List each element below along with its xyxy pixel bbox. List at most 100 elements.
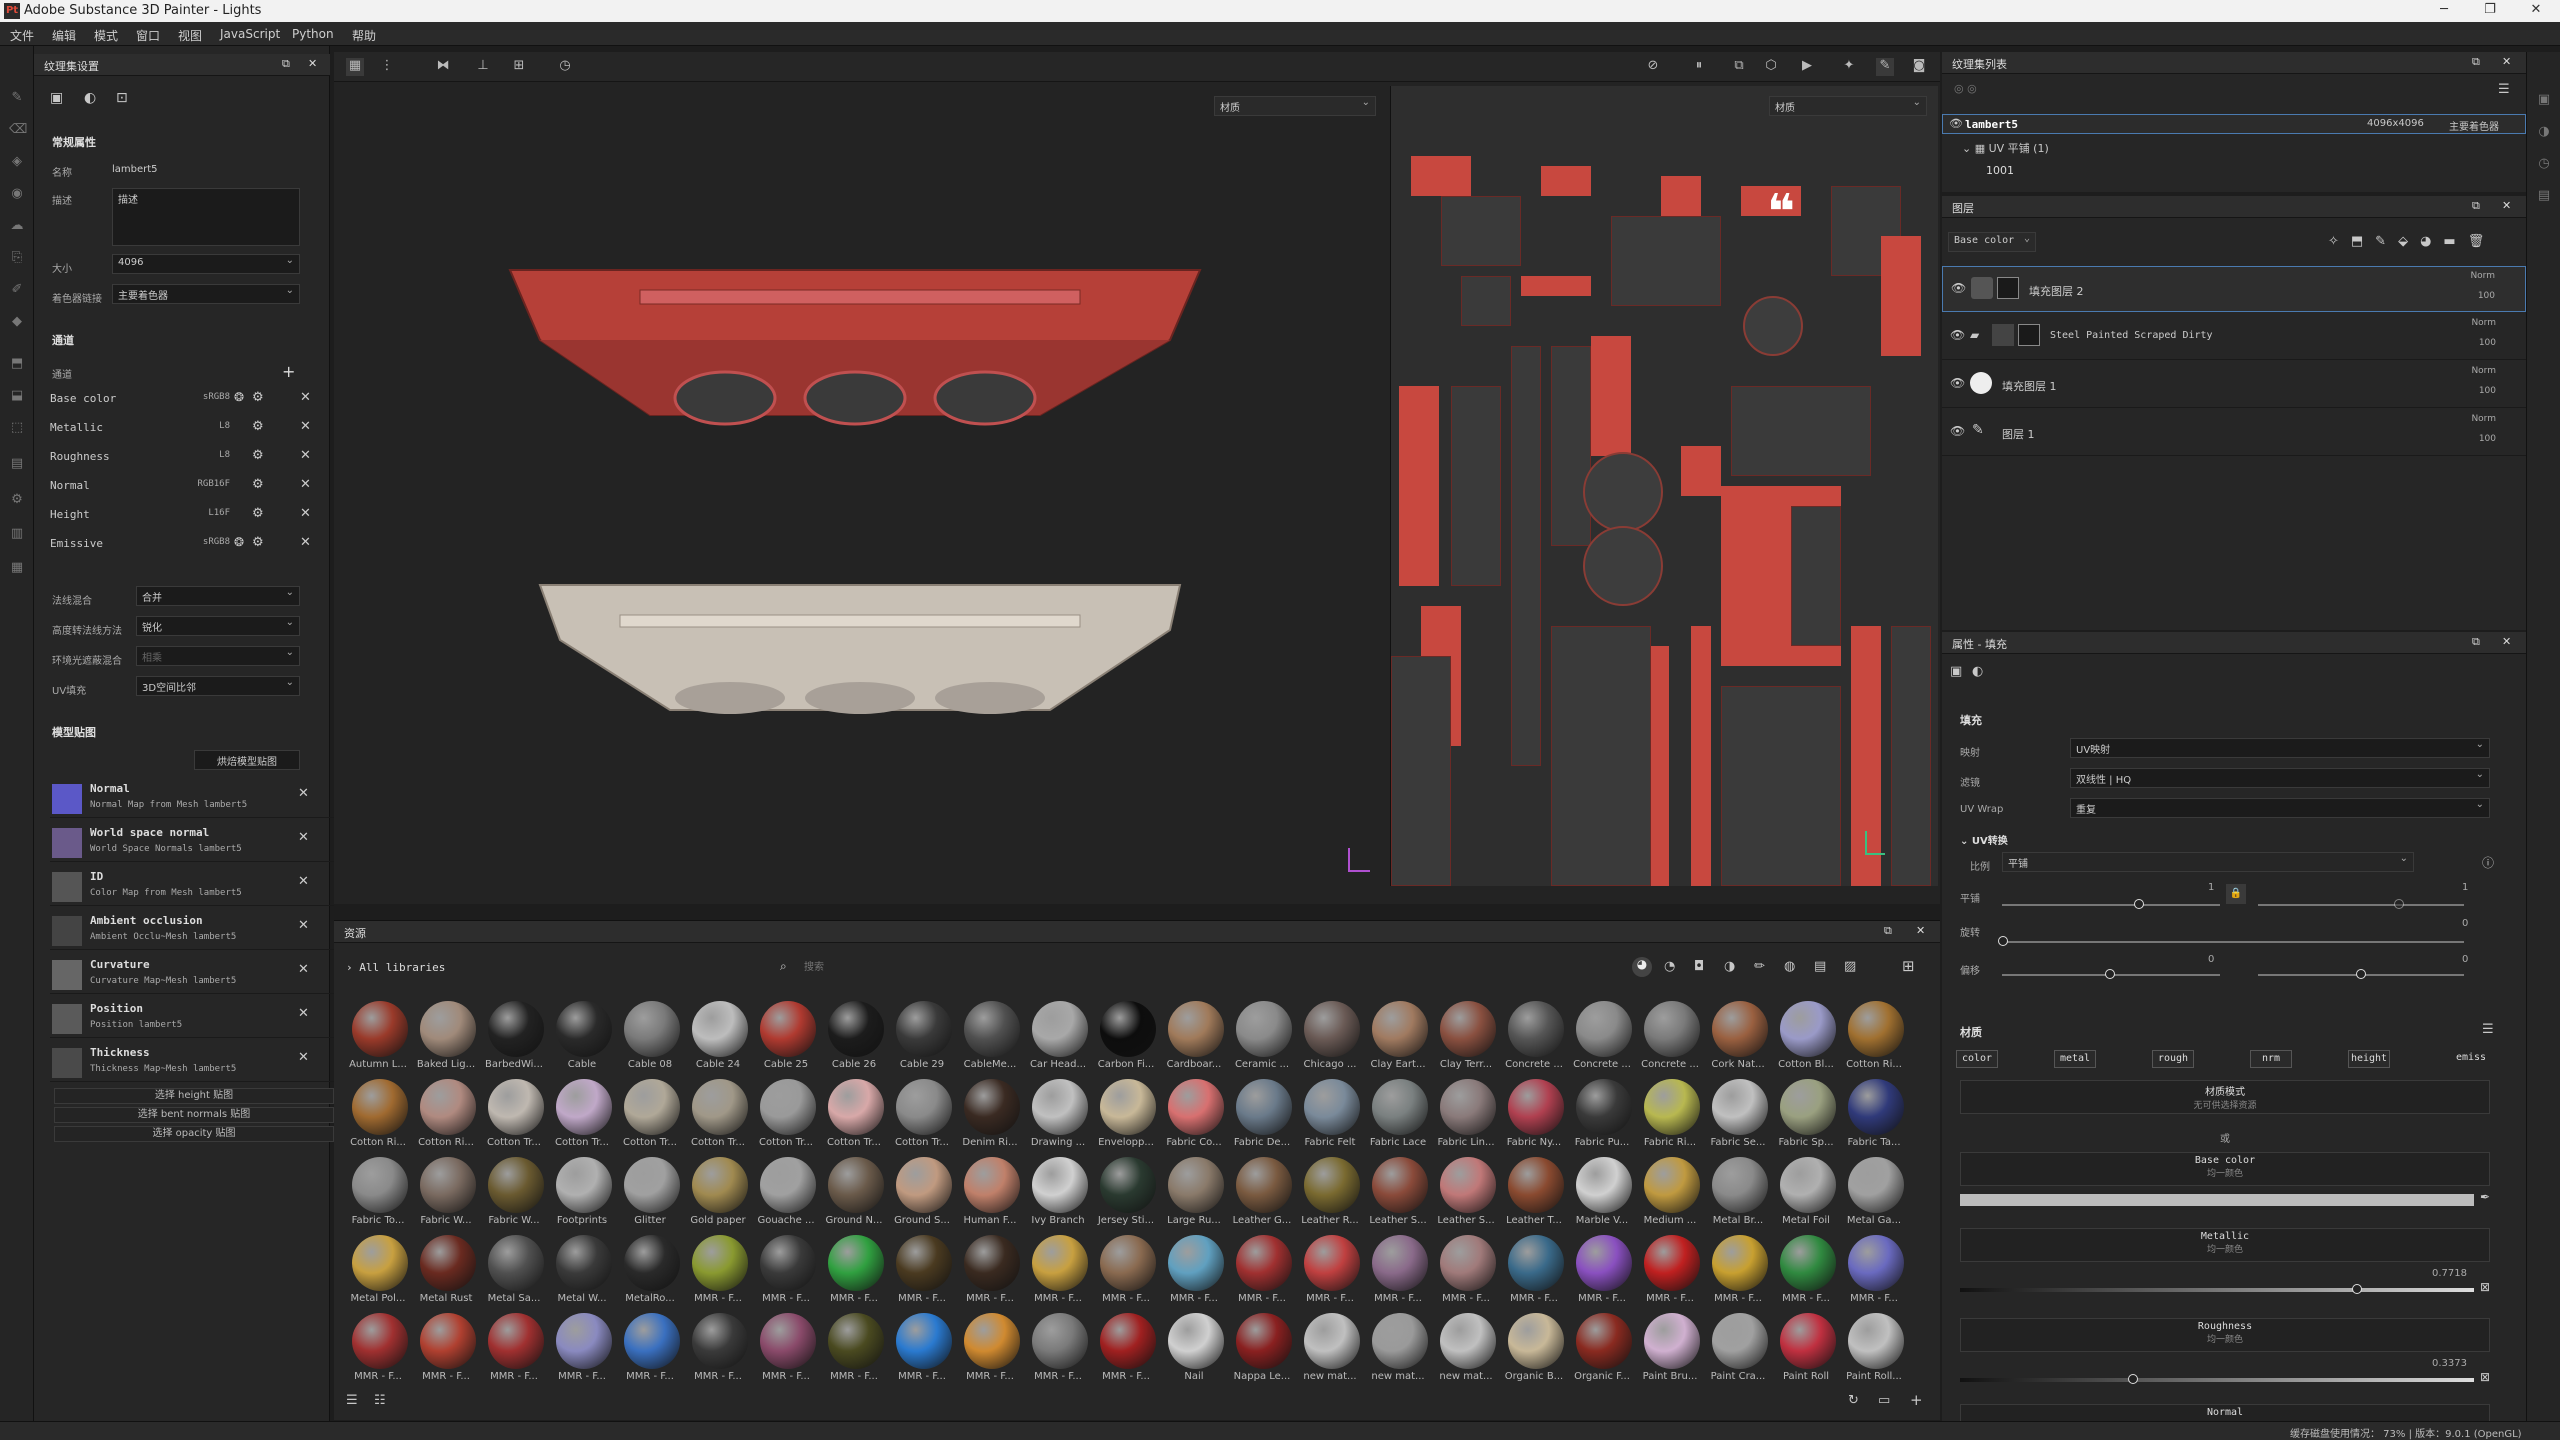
uv-tab-icon[interactable]: ⊡ bbox=[116, 90, 128, 106]
float-icon[interactable]: ⧉ bbox=[282, 57, 290, 71]
material-tile[interactable]: Fabric Ri... bbox=[1634, 1075, 1702, 1153]
material-tile[interactable]: MMR - F... bbox=[682, 1309, 750, 1387]
material-tile[interactable]: MMR - F... bbox=[1702, 1231, 1770, 1309]
menu-python[interactable]: Python bbox=[292, 27, 334, 41]
roughness-slot[interactable]: Roughness 均一颜色 bbox=[1960, 1318, 2490, 1352]
symmetry-icon[interactable]: ⧓ bbox=[434, 58, 452, 76]
float-icon[interactable]: ⧉ bbox=[1884, 924, 1892, 938]
layer-row[interactable]: 👁 ▰ Steel Painted Scraped Dirty Norm 100 bbox=[1942, 314, 2526, 360]
filter-environment-icon[interactable]: ▨ bbox=[1844, 959, 1856, 974]
material-tile[interactable]: Cable 25 bbox=[750, 997, 818, 1075]
grid-options-icon[interactable]: ⋮ bbox=[378, 58, 396, 76]
material-tile[interactable]: MMR - F... bbox=[614, 1309, 682, 1387]
polygon-fill-icon[interactable]: ◆ bbox=[9, 314, 25, 330]
eye-icon[interactable]: 👁 bbox=[1950, 328, 1965, 342]
close-icon[interactable]: ✕ bbox=[308, 57, 317, 70]
menu-window[interactable]: 窗口 bbox=[136, 27, 160, 44]
material-tile[interactable]: Car Head... bbox=[1022, 997, 1090, 1075]
filter-generator-icon[interactable]: ◑ bbox=[1724, 959, 1735, 974]
material-tile[interactable]: Leather S... bbox=[1430, 1153, 1498, 1231]
material-tile[interactable]: Autumn L... bbox=[342, 997, 410, 1075]
material-tile[interactable]: Clay Eart... bbox=[1362, 997, 1430, 1075]
refresh-icon[interactable]: ↻ bbox=[1848, 1393, 1859, 1408]
material-tile[interactable]: MMR - F... bbox=[1634, 1231, 1702, 1309]
material-tile[interactable]: MMR - F... bbox=[1838, 1231, 1906, 1309]
material-tile[interactable]: MMR - F... bbox=[1770, 1231, 1838, 1309]
color-picker-icon[interactable]: ✒ bbox=[2480, 1190, 2490, 1204]
material-tile[interactable]: Denim Ri... bbox=[954, 1075, 1022, 1153]
brush-settings-icon[interactable]: ⚙ bbox=[9, 492, 25, 508]
material-tile[interactable]: Fabric Sp... bbox=[1770, 1075, 1838, 1153]
filter-dropdown[interactable]: 双线性 | HQ bbox=[2070, 768, 2490, 788]
material-tile[interactable]: MMR - F... bbox=[1362, 1231, 1430, 1309]
layer-row[interactable]: 👁 填充图层 2 Norm 100 bbox=[1942, 266, 2526, 312]
material-tile[interactable]: MMR - F... bbox=[1090, 1309, 1158, 1387]
roughness-link-icon[interactable]: ⊠ bbox=[2480, 1370, 2490, 1384]
material-tile[interactable]: Drawing ... bbox=[1022, 1075, 1090, 1153]
material-tile[interactable]: MMR - F... bbox=[1430, 1231, 1498, 1309]
material-tile[interactable]: Marble V... bbox=[1566, 1153, 1634, 1231]
paint-mode-icon[interactable]: ✎ bbox=[1876, 58, 1894, 76]
filter-particle-icon[interactable]: ◍ bbox=[1784, 959, 1795, 974]
projection-icon[interactable]: ◈ bbox=[9, 154, 25, 170]
view-split-icon[interactable]: ⧉ bbox=[1730, 58, 1748, 76]
material-tile[interactable]: MMR - F... bbox=[818, 1231, 886, 1309]
cube-icon[interactable]: ⬡ bbox=[1762, 58, 1780, 76]
uv-tile-id[interactable]: 1001 bbox=[1986, 164, 2014, 177]
menu-javascript[interactable]: JavaScript bbox=[220, 27, 280, 41]
material-tile[interactable]: new mat... bbox=[1430, 1309, 1498, 1387]
layer-opacity[interactable]: 100 bbox=[2479, 434, 2496, 444]
toggle-icon[interactable]: ◎ ◎ bbox=[1954, 82, 1977, 95]
texture-set-list-icon[interactable]: ▣ bbox=[2536, 92, 2552, 108]
material-picker-icon[interactable]: ⬓ bbox=[9, 388, 25, 404]
material-tile[interactable]: Fabric Lace bbox=[1362, 1075, 1430, 1153]
gear-icon[interactable]: ⚙ bbox=[252, 448, 264, 463]
filter-texture-icon[interactable]: ▤ bbox=[1814, 959, 1826, 974]
material-tile[interactable]: Cable 26 bbox=[818, 997, 886, 1075]
eye-icon[interactable]: 👁 bbox=[1950, 376, 1965, 390]
remove-channel-icon[interactable]: ✕ bbox=[300, 390, 311, 405]
display-settings-icon[interactable]: ◑ bbox=[2536, 124, 2552, 140]
mesh-map-row[interactable]: World space normal World Space Normals l… bbox=[50, 822, 334, 862]
layer-opacity[interactable]: 100 bbox=[2479, 386, 2496, 396]
material-tile[interactable]: MMR - F... bbox=[682, 1231, 750, 1309]
mesh-map-row[interactable]: Ambient occlusion Ambient Occlu~Mesh lam… bbox=[50, 910, 334, 950]
channel-format[interactable]: sRGB8 bbox=[180, 392, 230, 402]
material-tile[interactable]: Leather S... bbox=[1362, 1153, 1430, 1231]
filter-mask-icon[interactable]: ◘ bbox=[1694, 959, 1704, 974]
material-tile[interactable]: MMR - F... bbox=[954, 1231, 1022, 1309]
blend-mode[interactable]: Norm bbox=[2471, 366, 2496, 376]
material-tile[interactable]: Cotton Tr... bbox=[682, 1075, 750, 1153]
material-tile[interactable]: Metal Foil bbox=[1770, 1153, 1838, 1231]
grid-view-icon[interactable]: ⊞ bbox=[1902, 957, 1915, 975]
height-method-dropdown[interactable]: 锐化 bbox=[136, 616, 300, 636]
remove-channel-icon[interactable]: ✕ bbox=[300, 477, 311, 492]
search-input[interactable] bbox=[804, 957, 1344, 977]
select-bent-normals-button[interactable]: 选择 bent normals 贴图 bbox=[54, 1107, 334, 1123]
color-profile-icon[interactable]: ❂ bbox=[234, 390, 244, 404]
tile-slider-knob-secondary[interactable] bbox=[2394, 899, 2404, 909]
material-tile[interactable]: MMR - F... bbox=[1566, 1231, 1634, 1309]
viewport-material-dropdown[interactable]: 材质 bbox=[1214, 96, 1376, 116]
gear-icon[interactable]: ⚙ bbox=[252, 419, 264, 434]
material-tile[interactable]: MMR - F... bbox=[410, 1309, 478, 1387]
material-tile[interactable]: Cotton Ri... bbox=[410, 1075, 478, 1153]
camera-icon[interactable]: ⬚ bbox=[9, 420, 25, 436]
emiss-channel-button[interactable]: emiss bbox=[2450, 1050, 2492, 1068]
material-tile[interactable]: MMR - F... bbox=[818, 1309, 886, 1387]
material-tile[interactable]: Clay Terr... bbox=[1430, 997, 1498, 1075]
material-tile[interactable]: Fabric Co... bbox=[1158, 1075, 1226, 1153]
menu-edit[interactable]: 编辑 bbox=[52, 27, 76, 44]
layer-channel-dropdown[interactable]: Base color bbox=[1948, 232, 2036, 252]
paint-brush-icon[interactable]: ✎ bbox=[9, 90, 25, 106]
material-tile[interactable]: Fabric W... bbox=[410, 1153, 478, 1231]
material-menu-icon[interactable]: ☰ bbox=[2482, 1022, 2494, 1037]
material-tile[interactable]: MMR - F... bbox=[1498, 1231, 1566, 1309]
material-tile[interactable]: Gouache ... bbox=[750, 1153, 818, 1231]
gear-icon[interactable]: ⚙ bbox=[252, 390, 264, 405]
normal-mix-dropdown[interactable]: 合并 bbox=[136, 586, 300, 606]
material-tile[interactable]: CableMe... bbox=[954, 997, 1022, 1075]
clear-map-icon[interactable]: ✕ bbox=[298, 786, 309, 801]
filter-brush-icon[interactable]: ✏ bbox=[1754, 959, 1765, 974]
metallic-value[interactable]: 0.7718 bbox=[2432, 1268, 2467, 1279]
